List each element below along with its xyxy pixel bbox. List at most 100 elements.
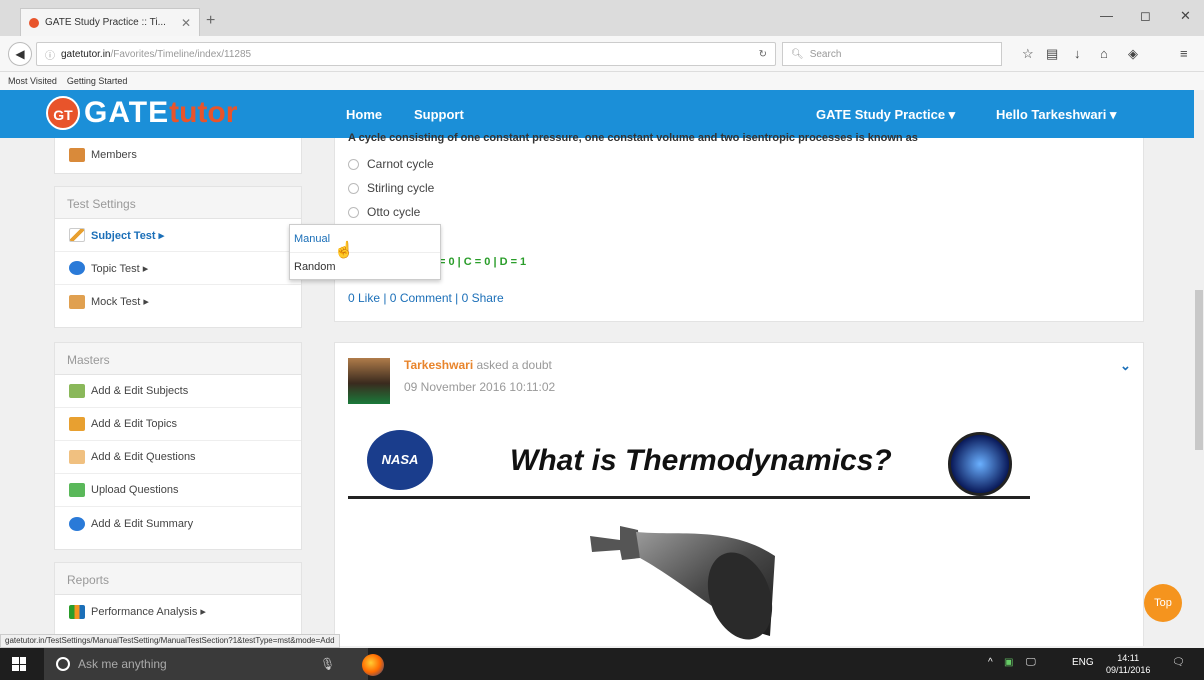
scrollbar-thumb[interactable] — [1195, 290, 1203, 450]
dropdown-item-random[interactable]: Random — [290, 253, 440, 281]
address-bar[interactable]: ⓘ gatetutor.in /Favorites/Timeline/index… — [36, 42, 776, 66]
cortana-icon — [56, 657, 70, 671]
new-tab-button[interactable]: + — [206, 12, 215, 30]
maximize-icon[interactable]: ◻ — [1140, 8, 1151, 24]
minimize-icon[interactable]: — — [1100, 8, 1113, 23]
sidebar-item-label: Add & Edit Subjects — [91, 385, 189, 397]
site-header: GT GATE tutor Home Support GATE Study Pr… — [0, 90, 1194, 138]
image-divider — [348, 496, 1030, 499]
option-label: Stirling cycle — [367, 181, 435, 195]
notifications-icon[interactable]: 🗨︎ — [1172, 657, 1185, 668]
masters-panel: Masters Add & Edit Subjects Add & Edit T… — [54, 342, 302, 550]
nav-home[interactable]: Home — [346, 107, 382, 122]
subject-test-dropdown: Manual Random — [289, 224, 441, 280]
bookmark-getting-started[interactable]: Getting Started — [67, 76, 128, 86]
language-indicator[interactable]: ENG — [1072, 657, 1094, 668]
sidebar-item-subject-test[interactable]: Subject Test ▸ — [55, 219, 301, 252]
tray-app-icon[interactable]: ▣ — [1004, 657, 1013, 668]
seal-logo — [948, 432, 1012, 496]
bookmark-star-icon[interactable]: ☆ — [1022, 46, 1034, 62]
download-icon[interactable]: ↓ — [1074, 46, 1081, 61]
sidebar-item-add-edit-subjects[interactable]: Add & Edit Subjects — [55, 375, 301, 408]
dropdown-item-manual[interactable]: Manual — [290, 225, 440, 253]
page-scrollbar[interactable] — [1194, 90, 1204, 646]
sidebar-item-label: Add & Edit Topics — [91, 418, 178, 430]
option-otto[interactable]: Otto cycle — [348, 205, 420, 219]
home-icon[interactable]: ⌂ — [1100, 46, 1108, 61]
hand-cursor-icon: ☝ — [334, 242, 354, 259]
logo-gate-text: GATE — [84, 96, 170, 129]
author-name[interactable]: Tarkeshwari — [404, 358, 473, 372]
bookmark-most-visited[interactable]: Most Visited — [8, 76, 57, 86]
windows-start-icon[interactable] — [12, 657, 26, 671]
sidebar-item-mock-test[interactable]: Mock Test ▸ — [55, 285, 301, 318]
nav-study-practice[interactable]: GATE Study Practice ▾ — [816, 107, 955, 123]
radio-button[interactable] — [348, 206, 359, 218]
menu-icon[interactable]: ≡ — [1180, 46, 1188, 61]
sidebar-item-add-edit-questions[interactable]: Add & Edit Questions — [55, 441, 301, 474]
sidebar-item-label: Upload Questions — [91, 484, 179, 496]
logo-tutor-text: tutor — [169, 96, 238, 129]
browser-search-input[interactable]: 🔍︎ Search — [782, 42, 1002, 66]
back-arrow-icon[interactable]: ◀ — [8, 42, 32, 66]
option-stirling[interactable]: Stirling cycle — [348, 181, 434, 195]
reading-list-icon[interactable]: ▤ — [1046, 46, 1058, 62]
social-counts[interactable]: 0 Like | 0 Comment | 0 Share — [348, 291, 504, 305]
network-icon[interactable]: 🖵︎ — [1026, 657, 1036, 668]
answer-counts: B = 0 | C = 0 | D = 1 — [428, 256, 527, 268]
sidebar-item-label: Add & Edit Questions — [91, 451, 196, 463]
sidebar-item-label: Topic Test ▸ — [91, 262, 149, 275]
sidebar-item-members[interactable]: Members — [55, 138, 301, 171]
sidebar-item-topic-test[interactable]: Topic Test ▸ — [55, 252, 301, 285]
post-timestamp: 09 November 2016 10:11:02 — [404, 380, 556, 394]
edit-icon — [69, 516, 85, 531]
sidebar-item-label: Performance Analysis ▸ — [91, 606, 206, 618]
test-settings-panel: Test Settings Subject Test ▸ Topic Test … — [54, 186, 302, 328]
gatetutor-logo[interactable]: GT GATE tutor — [46, 96, 237, 130]
option-carnot[interactable]: Carnot cycle — [348, 157, 434, 171]
favicon-icon — [29, 17, 39, 28]
radio-button[interactable] — [348, 158, 359, 170]
question-text: A cycle consisting of one constant press… — [348, 132, 918, 144]
members-panel: Members — [54, 138, 302, 174]
tray-chevron-icon[interactable]: ^ — [988, 657, 993, 668]
sidebar-item-upload-questions[interactable]: Upload Questions — [55, 474, 301, 507]
status-bar-url: gatetutor.in/TestSettings/ManualTestSett… — [0, 634, 340, 648]
firefox-taskbar-icon[interactable] — [362, 654, 384, 676]
nav-support[interactable]: Support — [414, 107, 464, 122]
pencil-icon — [69, 228, 85, 242]
logo-badge: GT — [46, 96, 80, 130]
scroll-top-button[interactable]: Top — [1144, 584, 1182, 622]
sidebar-item-label: Members — [91, 148, 137, 161]
sidebar-item-add-edit-topics[interactable]: Add & Edit Topics — [55, 408, 301, 441]
url-host: gatetutor.in — [61, 48, 111, 60]
nav-user-menu[interactable]: Hello Tarkeshwari ▾ — [996, 107, 1116, 123]
info-icon[interactable]: ⓘ — [45, 47, 55, 62]
upload-icon — [69, 483, 85, 497]
sidebar-item-performance-analysis[interactable]: Performance Analysis ▸ — [55, 595, 301, 628]
sidebar-item-add-edit-summary[interactable]: Add & Edit Summary — [55, 507, 301, 540]
edit-icon — [69, 261, 85, 275]
pocket-icon[interactable]: ◈ — [1128, 46, 1138, 62]
nasa-logo: NASA — [367, 430, 433, 490]
option-label: Otto cycle — [367, 205, 421, 219]
radio-button[interactable] — [348, 182, 359, 194]
nozzle-illustration — [590, 526, 775, 640]
image-title: What is Thermodynamics? — [510, 444, 892, 477]
search-placeholder: Search — [809, 48, 842, 60]
members-icon — [69, 147, 85, 162]
avatar[interactable] — [348, 358, 390, 404]
microphone-icon[interactable]: 🎙︎ — [320, 657, 335, 671]
cortana-search[interactable]: Ask me anything 🎙︎ — [44, 648, 368, 680]
tab-close-icon[interactable]: ✕ — [181, 16, 191, 30]
bookmarks-toolbar: Most Visited Getting Started — [0, 72, 1204, 90]
tab-title: GATE Study Practice :: Ti... — [45, 17, 166, 28]
reload-icon[interactable]: ↻ — [759, 49, 767, 60]
system-clock[interactable]: 14:11 09/11/2016 — [1106, 652, 1150, 676]
chevron-down-icon[interactable]: ⌄ — [1120, 358, 1131, 374]
window-close-icon[interactable]: ✕ — [1180, 8, 1191, 24]
clock-time: 14:11 — [1117, 653, 1140, 663]
browser-tab[interactable]: GATE Study Practice :: Ti... ✕ — [20, 8, 200, 36]
cortana-placeholder: Ask me anything — [78, 657, 167, 671]
option-label: Carnot cycle — [367, 157, 434, 171]
